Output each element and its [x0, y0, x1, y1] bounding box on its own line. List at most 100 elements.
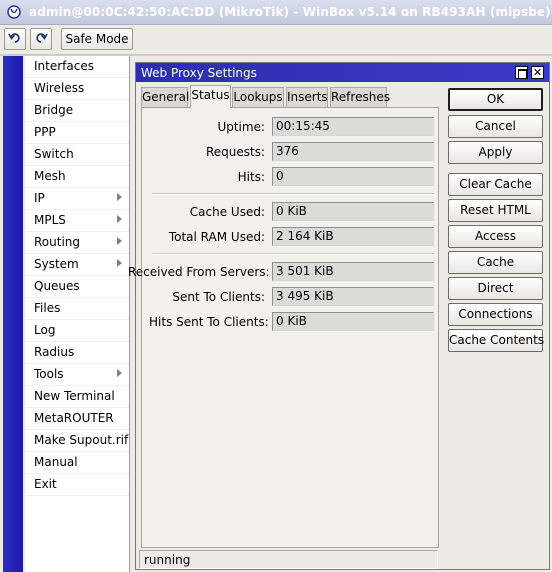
window-title: admin@00:0C:42:50:AC:DD (MikroTik) - Win… [29, 5, 551, 19]
winbox-app-icon [7, 5, 21, 19]
menu-item-new-terminal[interactable]: New Terminal [25, 386, 129, 408]
tab-status[interactable]: Status [190, 85, 231, 108]
menu-item-tools[interactable]: Tools [25, 364, 129, 386]
hits-sent-to-clients-value: 0 KiB [276, 314, 307, 328]
menu-item-log[interactable]: Log [25, 320, 129, 342]
dialog-titlebar[interactable]: Web Proxy Settings ✕ [136, 63, 549, 82]
menu-item-label: PPP [34, 125, 56, 139]
menu-item-label: New Terminal [34, 389, 115, 403]
menu-item-make-supout[interactable]: Make Supout.rif [25, 430, 129, 452]
sent-to-clients-value-field: 3 495 KiB [272, 287, 434, 306]
uptime-value-field: 00:15:45 [272, 117, 434, 136]
sent-to-clients-value: 3 495 KiB [276, 289, 334, 303]
menu-item-label: MetaROUTER [34, 411, 114, 425]
uptime-label: Uptime: [217, 120, 265, 134]
menu-item-wireless[interactable]: Wireless [25, 78, 129, 100]
received-from-servers-value-field: 3 501 KiB [272, 262, 434, 281]
submenu-arrow-icon [117, 215, 122, 223]
menu-item-radius[interactable]: Radius [25, 342, 129, 364]
status-tab-panel: Uptime: 00:15:45 Requests: 376 Hits: 0 C… [128, 107, 439, 548]
hits-value-field: 0 [272, 167, 434, 186]
hits-label: Hits: [237, 170, 265, 184]
access-button[interactable]: Access [448, 225, 543, 248]
submenu-arrow-icon [117, 193, 122, 201]
menu-item-label: Files [34, 301, 61, 315]
menu-item-mesh[interactable]: Mesh [25, 166, 129, 188]
menu-item-interfaces[interactable]: Interfaces [25, 56, 129, 78]
redo-icon [34, 31, 48, 48]
cache-used-value-field: 0 KiB [272, 202, 434, 221]
tab-general[interactable]: General [141, 87, 189, 107]
cache-button[interactable]: Cache [448, 251, 543, 274]
menu-item-switch[interactable]: Switch [25, 144, 129, 166]
menu-item-metarouter[interactable]: MetaROUTER [25, 408, 129, 430]
menu-item-routing[interactable]: Routing [25, 232, 129, 254]
section-divider [152, 193, 434, 195]
cache-used-value: 0 KiB [276, 204, 307, 218]
dialog-status-bar: running [139, 550, 438, 569]
menu-item-files[interactable]: Files [25, 298, 129, 320]
hits-sent-to-clients-label: Hits Sent To Clients: [149, 315, 269, 329]
tab-refreshes[interactable]: Refreshes [330, 87, 390, 107]
received-from-servers-value: 3 501 KiB [276, 264, 334, 278]
total-ram-used-value-field: 2 164 KiB [272, 227, 434, 246]
menu-item-ppp[interactable]: PPP [25, 122, 129, 144]
web-proxy-settings-dialog: Web Proxy Settings ✕ General Status Look… [128, 62, 550, 570]
menu-item-ip[interactable]: IP [25, 188, 129, 210]
menu-item-label: Mesh [34, 169, 66, 183]
sent-to-clients-label: Sent To Clients: [172, 290, 265, 304]
menu-item-label: Make Supout.rif [34, 433, 129, 447]
menu-item-label: Interfaces [34, 59, 94, 73]
cancel-button[interactable]: Cancel [448, 115, 543, 138]
uptime-value: 00:15:45 [276, 119, 330, 133]
connections-button[interactable]: Connections [448, 303, 543, 326]
submenu-arrow-icon [117, 237, 122, 245]
menu-item-label: IP [34, 191, 45, 205]
undo-button[interactable] [4, 28, 26, 50]
reset-html-button[interactable]: Reset HTML [448, 199, 543, 222]
menu-item-label: Exit [34, 477, 57, 491]
menu-item-label: Tools [34, 367, 64, 381]
menu-item-label: System [34, 257, 79, 271]
cache-contents-button[interactable]: Cache Contents [448, 329, 544, 352]
menu-item-label: Log [34, 323, 56, 337]
received-from-servers-label: Received From Servers: [128, 265, 270, 279]
menu-item-manual[interactable]: Manual [25, 452, 129, 474]
clear-cache-button[interactable]: Clear Cache [448, 173, 543, 196]
requests-value-field: 376 [272, 142, 434, 161]
side-strip-bar [3, 56, 23, 572]
ok-button[interactable]: OK [448, 88, 543, 111]
menu-item-mpls[interactable]: MPLS [25, 210, 129, 232]
menu-item-label: Bridge [34, 103, 74, 117]
close-icon[interactable]: ✕ [531, 66, 544, 79]
menu-item-label: Wireless [34, 81, 85, 95]
direct-button[interactable]: Direct [448, 277, 543, 300]
menu-item-exit[interactable]: Exit [25, 474, 129, 496]
hits-value: 0 [276, 169, 284, 183]
hits-sent-to-clients-value-field: 0 KiB [272, 312, 434, 331]
apply-button[interactable]: Apply [448, 141, 543, 164]
redo-button[interactable] [30, 28, 52, 50]
menu-item-system[interactable]: System [25, 254, 129, 276]
total-ram-used-value: 2 164 KiB [276, 229, 334, 243]
menu-item-queues[interactable]: Queues [25, 276, 129, 298]
tab-lookups[interactable]: Lookups [232, 87, 284, 107]
total-ram-used-label: Total RAM Used: [168, 230, 265, 244]
maximize-icon[interactable] [515, 66, 528, 79]
menu-item-label: Queues [34, 279, 80, 293]
menu-item-label: Radius [34, 345, 75, 359]
tab-inserts[interactable]: Inserts [286, 87, 328, 107]
toolbar: Safe Mode [0, 25, 552, 55]
menu-item-label: Routing [34, 235, 81, 249]
cache-used-label: Cache Used: [189, 205, 265, 219]
safe-mode-button[interactable]: Safe Mode [61, 28, 133, 50]
requests-label: Requests: [205, 145, 265, 159]
menu-item-label: Manual [34, 455, 78, 469]
menu-item-bridge[interactable]: Bridge [25, 100, 129, 122]
status-text: running [144, 553, 191, 567]
window-titlebar[interactable]: admin@00:0C:42:50:AC:DD (MikroTik) - Win… [0, 0, 552, 25]
submenu-arrow-icon [117, 369, 122, 377]
requests-value: 376 [276, 144, 299, 158]
menu-item-label: MPLS [34, 213, 66, 227]
submenu-arrow-icon [117, 259, 122, 267]
